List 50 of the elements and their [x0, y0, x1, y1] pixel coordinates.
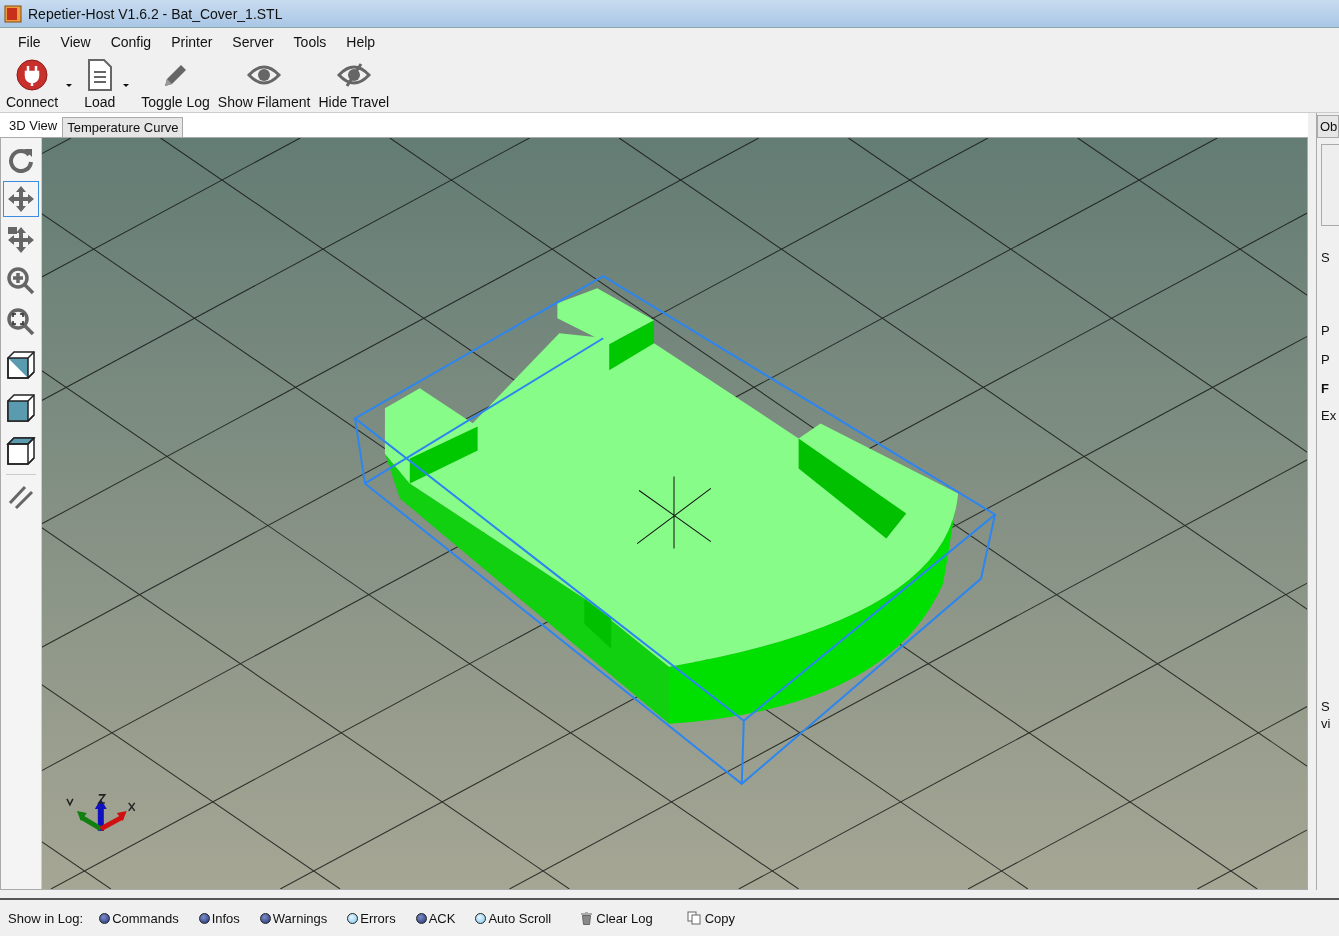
move-arrows-icon[interactable] — [6, 225, 36, 255]
dropdown-caret-icon[interactable] — [66, 83, 73, 87]
cube-icon[interactable] — [4, 348, 38, 380]
move-arrows-icon[interactable] — [6, 184, 36, 214]
panel-label: S — [1321, 250, 1331, 265]
toolbar-button[interactable]: Show Filament — [215, 58, 313, 112]
printed-part-drawing[interactable] — [384, 288, 959, 724]
tab[interactable]: Temperature Curve — [62, 117, 184, 137]
log-action-button[interactable]: Copy — [686, 910, 735, 926]
menu-item[interactable]: Config — [100, 32, 162, 52]
menu-item[interactable]: Help — [336, 32, 386, 52]
toolbar-button[interactable]: Load — [82, 58, 118, 112]
panel-label: P — [1321, 352, 1331, 367]
document-icon — [86, 59, 113, 91]
copy-icon — [686, 911, 701, 925]
cube-icon[interactable] — [4, 434, 38, 466]
log-toggle[interactable]: Errors — [347, 910, 396, 926]
eye-icon — [247, 63, 282, 87]
log-toggle[interactable]: Warnings — [259, 910, 328, 926]
panel-label: Ex — [1321, 408, 1338, 423]
crossed-eye-icon — [336, 62, 371, 88]
trash-icon — [581, 911, 593, 925]
panel-label: S — [1321, 699, 1331, 714]
axis-gizmo-icon — [66, 794, 136, 832]
log-toggle[interactable]: Auto Scroll — [475, 910, 552, 926]
zoom-fit-icon[interactable] — [6, 307, 36, 337]
panel-label: vi — [1321, 716, 1332, 731]
tab[interactable]: Ob — [1317, 115, 1339, 138]
panel-label: F — [1321, 381, 1330, 396]
toolbar-button[interactable]: Toggle Log — [139, 58, 212, 112]
parallel-lines-icon[interactable] — [7, 483, 35, 511]
menu-item[interactable]: Server — [222, 32, 284, 52]
log-toggle[interactable]: Infos — [198, 910, 240, 926]
log-label: Show in Log: — [8, 910, 84, 926]
menu-item[interactable]: File — [8, 32, 51, 52]
cube-icon[interactable] — [4, 391, 38, 423]
power-plug-icon — [16, 59, 49, 91]
menu-item[interactable]: Tools — [283, 32, 337, 52]
window-title: Repetier-Host V1.6.2 - Bat_Cover_1.STL — [28, 5, 283, 22]
dropdown-caret-icon[interactable] — [123, 83, 130, 87]
menu-item[interactable]: Printer — [161, 32, 223, 52]
toolbar-button[interactable]: Hide Travel — [316, 58, 392, 112]
panel-label: P — [1321, 323, 1331, 338]
app-logo-icon — [4, 4, 22, 23]
zoom-in-icon[interactable] — [6, 266, 36, 296]
log-toggle[interactable]: ACK — [415, 910, 456, 926]
log-toggle[interactable]: Commands — [99, 910, 179, 926]
log-action-button[interactable]: Clear Log — [581, 910, 653, 926]
toolbar-button[interactable]: Connect — [4, 58, 61, 112]
menu-item[interactable]: View — [50, 32, 101, 52]
